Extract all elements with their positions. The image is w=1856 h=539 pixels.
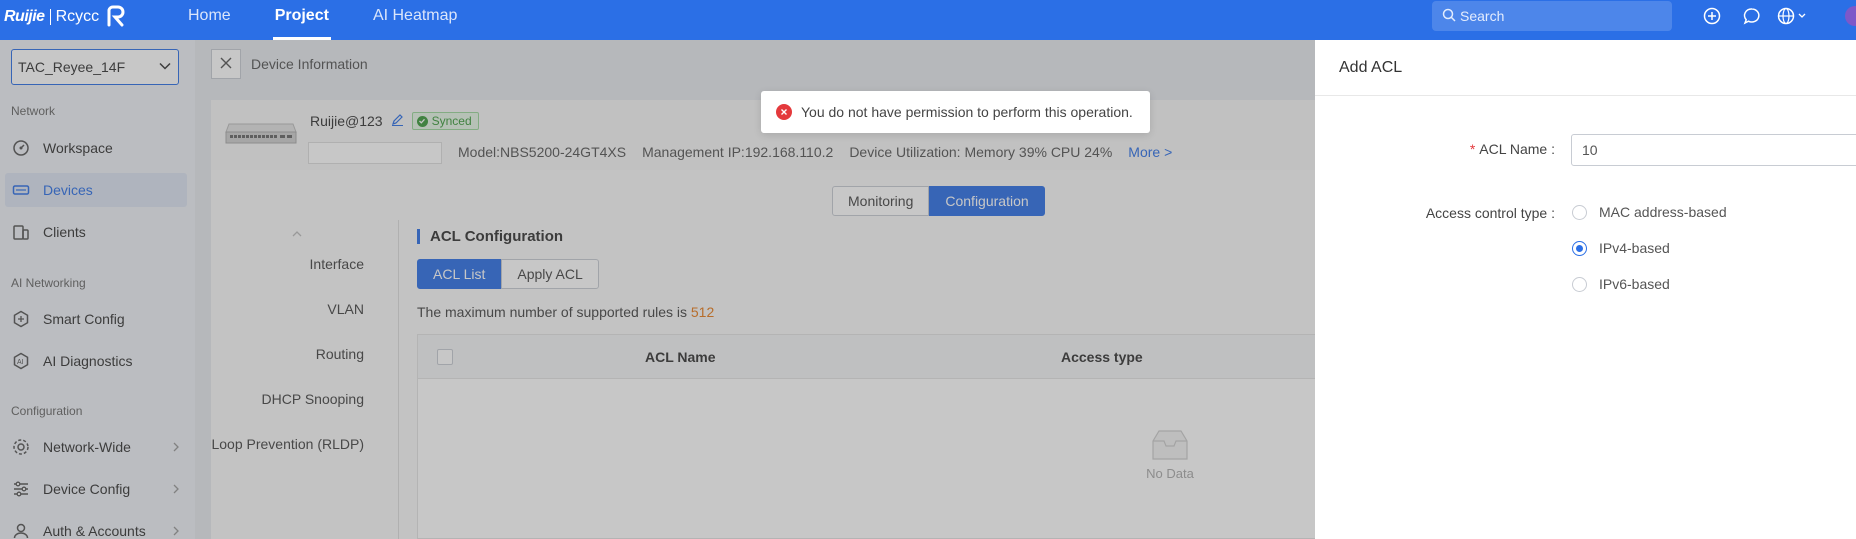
radio-ipv4-based[interactable]: IPv4-based [1572,240,1670,256]
top-navigation-bar: Ruijie Rcycc Home Project AI Heatmap Sea… [0,0,1856,40]
access-control-type-label-text: Access control type [1425,205,1548,221]
form-labels: * ACL Name : Access control type : [1315,40,1555,539]
logo-rcycc: Rcycc [55,8,100,25]
acl-name-input[interactable]: 10 [1571,134,1856,166]
logo-ruijie: Ruijie [4,8,45,25]
language-globe-icon[interactable] [1772,6,1812,26]
acl-name-value: 10 [1582,142,1598,158]
acl-name-label-text: ACL Name [1479,141,1548,157]
radio-label: MAC address-based [1599,204,1727,220]
user-avatar[interactable] [1845,6,1856,26]
top-icons [1692,6,1812,26]
toast-message: You do not have permission to perform th… [801,104,1133,120]
logo-divider [49,9,51,25]
search-placeholder: Search [1460,8,1505,24]
logo-mark-icon [105,5,127,30]
add-acl-drawer: Add ACL * ACL Name : Access control type … [1315,40,1856,539]
acl-name-label: * ACL Name : [1469,141,1555,157]
error-toast: You do not have permission to perform th… [761,91,1150,133]
radio-mac-based[interactable]: MAC address-based [1572,204,1727,220]
radio-ipv6-based[interactable]: IPv6-based [1572,276,1670,292]
access-control-type-label: Access control type : [1425,205,1555,221]
radio-label: IPv6-based [1599,276,1670,292]
add-icon[interactable] [1692,6,1732,26]
nav-home[interactable]: Home [166,0,253,40]
search-input[interactable]: Search [1432,1,1672,31]
search-icon [1442,8,1460,25]
radio-button-checked[interactable] [1572,240,1587,256]
required-marker: * [1469,141,1476,157]
top-nav: Home Project AI Heatmap [166,0,479,40]
radio-button[interactable] [1572,276,1587,292]
radio-label: IPv4-based [1599,240,1670,256]
brand-logo[interactable]: Ruijie Rcycc [4,3,127,31]
radio-button[interactable] [1572,204,1587,220]
nav-project[interactable]: Project [253,0,351,40]
message-icon[interactable] [1732,6,1772,26]
nav-ai-heatmap[interactable]: AI Heatmap [351,0,479,40]
error-icon [776,104,792,120]
